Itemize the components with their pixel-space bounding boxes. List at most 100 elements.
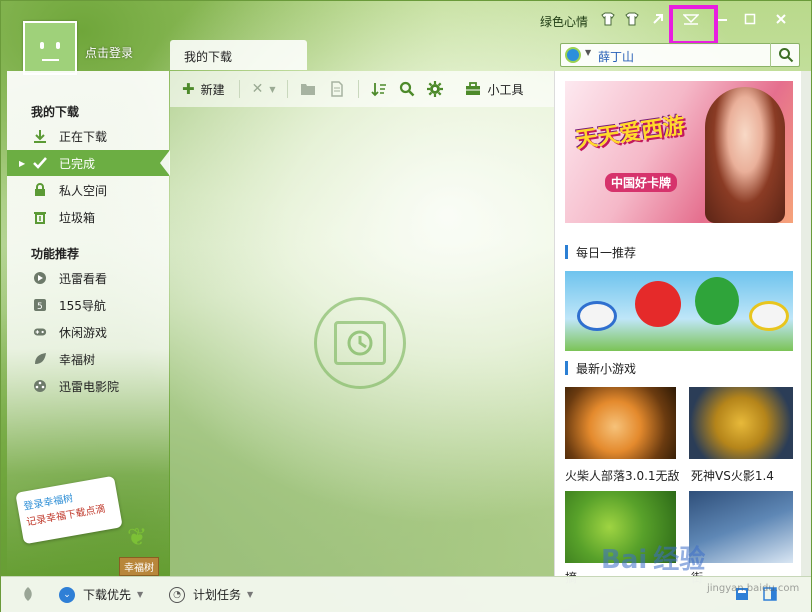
banner-character-image <box>705 87 785 223</box>
tab-my-downloads[interactable]: 我的下载 <box>170 40 307 70</box>
sidebar-item-casual-games[interactable]: 休闲游戏 <box>7 319 169 345</box>
tools-label: 小工具 <box>487 82 524 97</box>
search-button[interactable] <box>770 43 800 67</box>
sidebar-item-155-nav[interactable]: 5 155导航 <box>7 292 169 318</box>
leaf-status-button[interactable] <box>21 586 35 602</box>
lock-icon <box>33 183 47 197</box>
chevron-down-icon[interactable]: ▼ <box>585 48 591 57</box>
game-caption[interactable]: 死神VS火影1.4 <box>691 467 774 484</box>
toolbar-divider <box>287 80 289 98</box>
sort-icon <box>371 83 387 97</box>
plus-icon: ✚ <box>182 80 195 98</box>
sidebar-item-xunlei-cinema[interactable]: 迅雷电影院 <box>7 373 169 399</box>
daily-recommend-title: 每日一推荐 <box>576 245 637 260</box>
sidebar-item-label: 迅雷看看 <box>59 271 108 286</box>
sidebar-item-label: 幸福树 <box>59 352 96 367</box>
daily-recommend-heading: 每日一推荐 <box>565 244 636 260</box>
gamepad-icon <box>33 325 47 339</box>
search-engine-icon[interactable] <box>565 47 581 63</box>
svg-text:5: 5 <box>37 302 43 312</box>
new-games-title: 最新小游戏 <box>576 361 637 376</box>
toad-figure <box>577 301 617 331</box>
priority-icon: ⌄ <box>59 586 75 603</box>
gear-icon <box>427 81 444 97</box>
settings-button[interactable] <box>427 81 444 97</box>
expand-arrow-icon: ▶ <box>19 158 26 168</box>
toolbar: ✚ 新建 ✕ ▼ 小工具 <box>170 71 554 107</box>
folder-icon <box>301 84 316 95</box>
scrollbar[interactable] <box>801 71 811 576</box>
close-icon[interactable] <box>772 10 790 28</box>
search-icon <box>778 48 793 63</box>
clock-icon <box>334 321 386 365</box>
game-thumbnail[interactable] <box>565 387 676 459</box>
search-icon <box>400 81 415 97</box>
toolbar-divider <box>358 80 360 98</box>
section-bar <box>565 245 568 259</box>
game-thumbnail[interactable] <box>689 387 793 459</box>
open-file-button[interactable] <box>330 81 344 97</box>
tools-button[interactable]: 小工具 <box>465 81 524 98</box>
sidebar-item-label: 155导航 <box>59 298 106 313</box>
sidebar-item-private-space[interactable]: 私人空间 <box>7 177 169 203</box>
download-priority-button[interactable]: ⌄ 下载优先 ▼ <box>59 586 143 603</box>
section-title-downloads: 我的下载 <box>31 105 80 119</box>
banner-logo: 天天爱西游 <box>574 113 687 154</box>
search-input[interactable]: 薛丁山 <box>598 48 634 65</box>
daily-recommend-image[interactable] <box>565 271 793 351</box>
sort-button[interactable] <box>371 81 387 97</box>
ad-banner[interactable]: 天天爱西游 中国好卡牌 <box>565 81 793 223</box>
baidu-watermark-logo: Bai 经验 <box>601 545 706 575</box>
status-bar: ⌄ 下载优先 ▼ ◔ 计划任务 ▼ <box>1 576 811 612</box>
shirt-icon[interactable] <box>623 10 641 28</box>
file-icon <box>331 81 344 97</box>
film-icon <box>33 379 47 393</box>
section-title-features: 功能推荐 <box>31 247 80 261</box>
title-bar: 绿色心情 <box>1 1 811 45</box>
sprout-icon[interactable]: ❦ <box>127 523 147 551</box>
chevron-down-icon[interactable]: ▼ <box>137 590 143 599</box>
sidebar-item-happy-tree[interactable]: 幸福树 <box>7 346 169 372</box>
toad-figure <box>749 301 789 331</box>
search-box[interactable]: ▼ 薛丁山 <box>560 43 800 67</box>
find-button[interactable] <box>399 81 415 97</box>
new-task-label: 新建 <box>200 82 225 97</box>
new-task-button[interactable]: ✚ 新建 <box>182 80 225 98</box>
game-caption[interactable]: 火柴人部落3.0.1无敌 <box>565 467 680 484</box>
avatar-eye <box>40 42 44 49</box>
scheduled-task-label: 计划任务 <box>193 588 242 602</box>
chevron-down-icon[interactable]: ▼ <box>269 85 275 94</box>
sidebar-item-label: 正在下载 <box>59 129 108 144</box>
avatar[interactable] <box>23 21 77 75</box>
sidebar-item-downloading[interactable]: 正在下载 <box>7 123 169 149</box>
maximize-icon[interactable] <box>741 10 759 28</box>
empty-state-clock-icon <box>314 297 406 389</box>
sidebar-item-label: 迅雷电影院 <box>59 379 120 394</box>
baidu-watermark-url: jingyan.baidu.com <box>707 583 800 594</box>
login-link[interactable]: 点击登录 <box>85 44 133 61</box>
sidebar-item-completed[interactable]: ▶ 已完成 <box>7 150 170 176</box>
sidebar-item-label: 已完成 <box>59 156 96 171</box>
recommend-panel: 天天爱西游 中国好卡牌 每日一推荐 最新小游戏 火柴人部落3.0.1无敌 死神V… <box>554 71 802 585</box>
clock-icon: ◔ <box>169 586 185 603</box>
app-window: 绿色心情 点击登录 我的下载 ▼ 薛丁山 我的下载 正在下载 ▶ 已完成 私人空… <box>0 0 812 612</box>
happy-tree-label[interactable]: 幸福树 <box>119 557 159 576</box>
nav-icon: 5 <box>33 298 47 312</box>
delete-button[interactable]: ✕ ▼ <box>252 81 276 97</box>
skin-label[interactable]: 绿色心情 <box>540 13 588 30</box>
leaf-icon <box>24 587 32 601</box>
leaf-icon <box>33 352 47 366</box>
check-icon <box>33 156 47 170</box>
download-icon <box>33 129 47 143</box>
section-bar <box>565 361 568 375</box>
sidebar-item-trash[interactable]: 垃圾箱 <box>7 204 169 230</box>
scheduled-task-button[interactable]: ◔ 计划任务 ▼ <box>169 586 253 603</box>
new-games-heading: 最新小游戏 <box>565 360 636 376</box>
sidebar-item-label: 休闲游戏 <box>59 325 108 340</box>
arrow-icon[interactable] <box>649 10 667 28</box>
sidebar-item-xunlei-kankan[interactable]: 迅雷看看 <box>7 265 169 291</box>
sidebar-item-label: 私人空间 <box>59 183 108 198</box>
open-folder-button[interactable] <box>300 82 316 96</box>
skin-icon[interactable] <box>599 10 617 28</box>
chevron-down-icon[interactable]: ▼ <box>247 590 253 599</box>
